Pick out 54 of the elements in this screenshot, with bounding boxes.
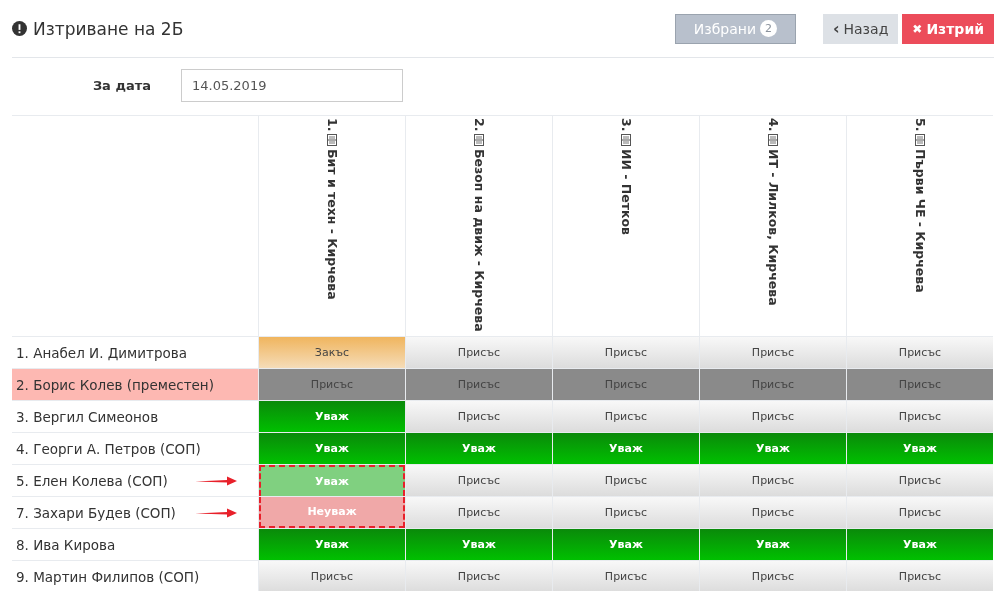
attendance-cell[interactable]: Присъс <box>406 465 552 496</box>
column-number: 5. <box>912 118 928 132</box>
attendance-cell[interactable]: Закъс <box>259 337 405 368</box>
column-number: 2. <box>471 118 487 132</box>
book-icon <box>620 134 632 147</box>
attendance-cell[interactable]: Присъс <box>847 561 993 591</box>
book-icon <box>914 134 926 147</box>
column-header: ИИ - Петков <box>618 149 634 236</box>
attendance-cell[interactable]: Присъс <box>406 561 552 591</box>
arrow-icon <box>195 476 237 486</box>
book-icon <box>767 134 779 147</box>
book-icon <box>473 134 485 147</box>
alert-icon <box>12 21 27 36</box>
student-name: 3. Вергил Симеонов <box>16 408 159 425</box>
attendance-cell[interactable]: Присъс <box>700 401 846 432</box>
attendance-cell[interactable]: Присъс <box>847 401 993 432</box>
attendance-cell[interactable]: Присъс <box>553 497 699 528</box>
attendance-cell[interactable]: Присъс <box>847 497 993 528</box>
student-name: 8. Ива Кирова <box>16 536 116 553</box>
date-label: За дата <box>91 77 151 93</box>
attendance-cell[interactable]: Присъс <box>553 337 699 368</box>
attendance-cell[interactable]: Присъс <box>553 465 699 496</box>
attendance-cell[interactable]: Присъс <box>553 561 699 591</box>
attendance-cell[interactable]: Присъс <box>700 497 846 528</box>
delete-button[interactable]: ✖ Изтрий <box>902 13 994 44</box>
column-header: ИТ - Лилков, Кирчева <box>765 149 781 307</box>
student-name: 5. Елен Колева (СОП) <box>16 472 168 489</box>
student-name: 4. Георги А. Петров (СОП) <box>16 440 201 457</box>
column-header: Първи ЧЕ - Кирчева <box>912 149 928 294</box>
book-icon <box>326 134 338 147</box>
student-name: 2. Борис Колев (преместен) <box>16 376 214 393</box>
student-name: 1. Анабел И. Димитрова <box>16 344 187 361</box>
attendance-cell[interactable]: Присъс <box>553 401 699 432</box>
count-badge: 2 <box>760 20 778 37</box>
attendance-cell[interactable]: Присъс <box>847 337 993 368</box>
attendance-cell[interactable]: Присъс <box>406 497 552 528</box>
attendance-cell[interactable]: Присъс <box>700 465 846 496</box>
column-header: Безоп на движ - Кирчева <box>471 149 487 333</box>
student-name: 9. Мартин Филипов (СОП) <box>16 568 200 585</box>
column-number: 3. <box>618 118 634 132</box>
column-number: 1. <box>324 118 340 132</box>
attendance-cell[interactable]: Присъс <box>406 337 552 368</box>
attendance-cell[interactable]: Присъс <box>847 465 993 496</box>
attendance-cell[interactable]: Присъс <box>259 561 405 591</box>
column-number: 4. <box>765 118 781 132</box>
page-title: Изтриване на 2Б <box>33 18 184 39</box>
attendance-cell[interactable]: Присъс <box>406 401 552 432</box>
date-field[interactable]: 14.05.2019 <box>181 68 403 102</box>
attendance-cell[interactable]: Присъс <box>700 561 846 591</box>
arrow-icon <box>195 508 237 518</box>
student-name: 7. Захари Будев (СОП) <box>16 504 176 521</box>
attendance-cell[interactable]: Присъс <box>700 337 846 368</box>
back-button[interactable]: ‹ Назад <box>822 13 899 44</box>
column-header: Бит и техн - Кирчева <box>324 149 340 301</box>
